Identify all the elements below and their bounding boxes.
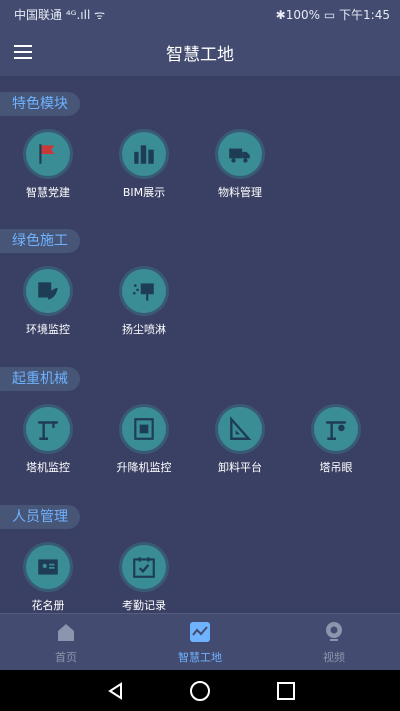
tower-crane-icon: [38, 421, 58, 440]
tile-dust-spray[interactable]: 扬尘喷淋: [99, 269, 189, 337]
id-card-icon: [38, 559, 58, 575]
page-title: 智慧工地: [166, 45, 234, 65]
bottom-nav: 首页 智慧工地 视频: [0, 613, 400, 671]
tile-label: 物料管理: [218, 186, 262, 199]
main-content: 特色模块 智慧党建 BIM展示 物料管理 绿色施工 环境监控 扬尘喷淋 起重机械…: [0, 76, 400, 613]
home-icon: [58, 624, 74, 641]
flag-icon: [39, 144, 55, 164]
tile-tower-crane-monitor[interactable]: 塔机监控: [3, 407, 93, 475]
calendar-check-icon: [133, 557, 155, 578]
app-bar: 智慧工地: [0, 28, 400, 76]
nav-label: 首页: [55, 651, 77, 664]
elevator-icon: [134, 418, 154, 440]
leaf-icon: [38, 282, 58, 300]
tile-label: 升降机监控: [116, 461, 172, 474]
tile-label: BIM展示: [122, 186, 166, 199]
section-label-green: 绿色施工: [0, 229, 80, 253]
recent-apps-icon[interactable]: [277, 682, 295, 700]
truck-icon: [229, 148, 250, 163]
section-label-featured: 特色模块: [0, 92, 80, 116]
section-label-lifting: 起重机械: [0, 367, 80, 391]
system-nav-bar: [0, 670, 400, 711]
buildings-icon: [134, 145, 154, 164]
crane-camera-icon: [326, 421, 346, 440]
status-bar: 中国联通 ⁴ᴳ.ıll ᯤ ✱100% ▭ 下午1:45: [0, 0, 400, 28]
nav-label: 智慧工地: [178, 651, 222, 664]
ruler-triangle-icon: [230, 416, 252, 440]
tile-label: 扬尘喷淋: [122, 323, 166, 336]
nav-home[interactable]: 首页: [16, 620, 116, 665]
battery-text: ✱100%: [275, 8, 321, 22]
nav-label: 视频: [323, 651, 345, 664]
clock-text: 下午1:45: [339, 8, 390, 22]
tile-environment[interactable]: 环境监控: [3, 269, 93, 337]
tile-unloading-platform[interactable]: 卸料平台: [195, 407, 285, 475]
tile-label: 塔机监控: [26, 461, 70, 474]
tile-label: 花名册: [31, 599, 65, 612]
tile-label: 塔吊眼: [319, 461, 353, 474]
tile-label: 智慧党建: [26, 186, 70, 199]
tile-attendance[interactable]: 考勤记录: [99, 545, 189, 613]
tile-label: 环境监控: [26, 323, 70, 336]
carrier-text: 中国联通 ⁴ᴳ.ıll ᯤ: [14, 8, 106, 22]
sprinkler-icon: [132, 283, 154, 301]
home-circle-icon[interactable]: [190, 681, 210, 701]
battery-icon: ▭: [323, 8, 336, 22]
chart-icon: [190, 622, 210, 642]
tile-label: 卸料平台: [218, 461, 262, 474]
tile-elevator-monitor[interactable]: 升降机监控: [99, 407, 189, 475]
camera-icon: [326, 622, 342, 641]
nav-smart-site[interactable]: 智慧工地: [150, 620, 250, 665]
tile-bim[interactable]: BIM展示: [99, 132, 189, 200]
tile-crane-eye[interactable]: 塔吊眼: [291, 407, 381, 475]
back-icon[interactable]: [107, 682, 123, 700]
nav-video[interactable]: 视频: [284, 620, 384, 665]
tile-materials[interactable]: 物料管理: [195, 132, 285, 200]
section-label-personnel: 人员管理: [0, 505, 80, 529]
tile-party-building[interactable]: 智慧党建: [3, 132, 93, 200]
tile-label: 考勤记录: [122, 599, 166, 612]
tile-roster[interactable]: 花名册: [3, 545, 93, 613]
